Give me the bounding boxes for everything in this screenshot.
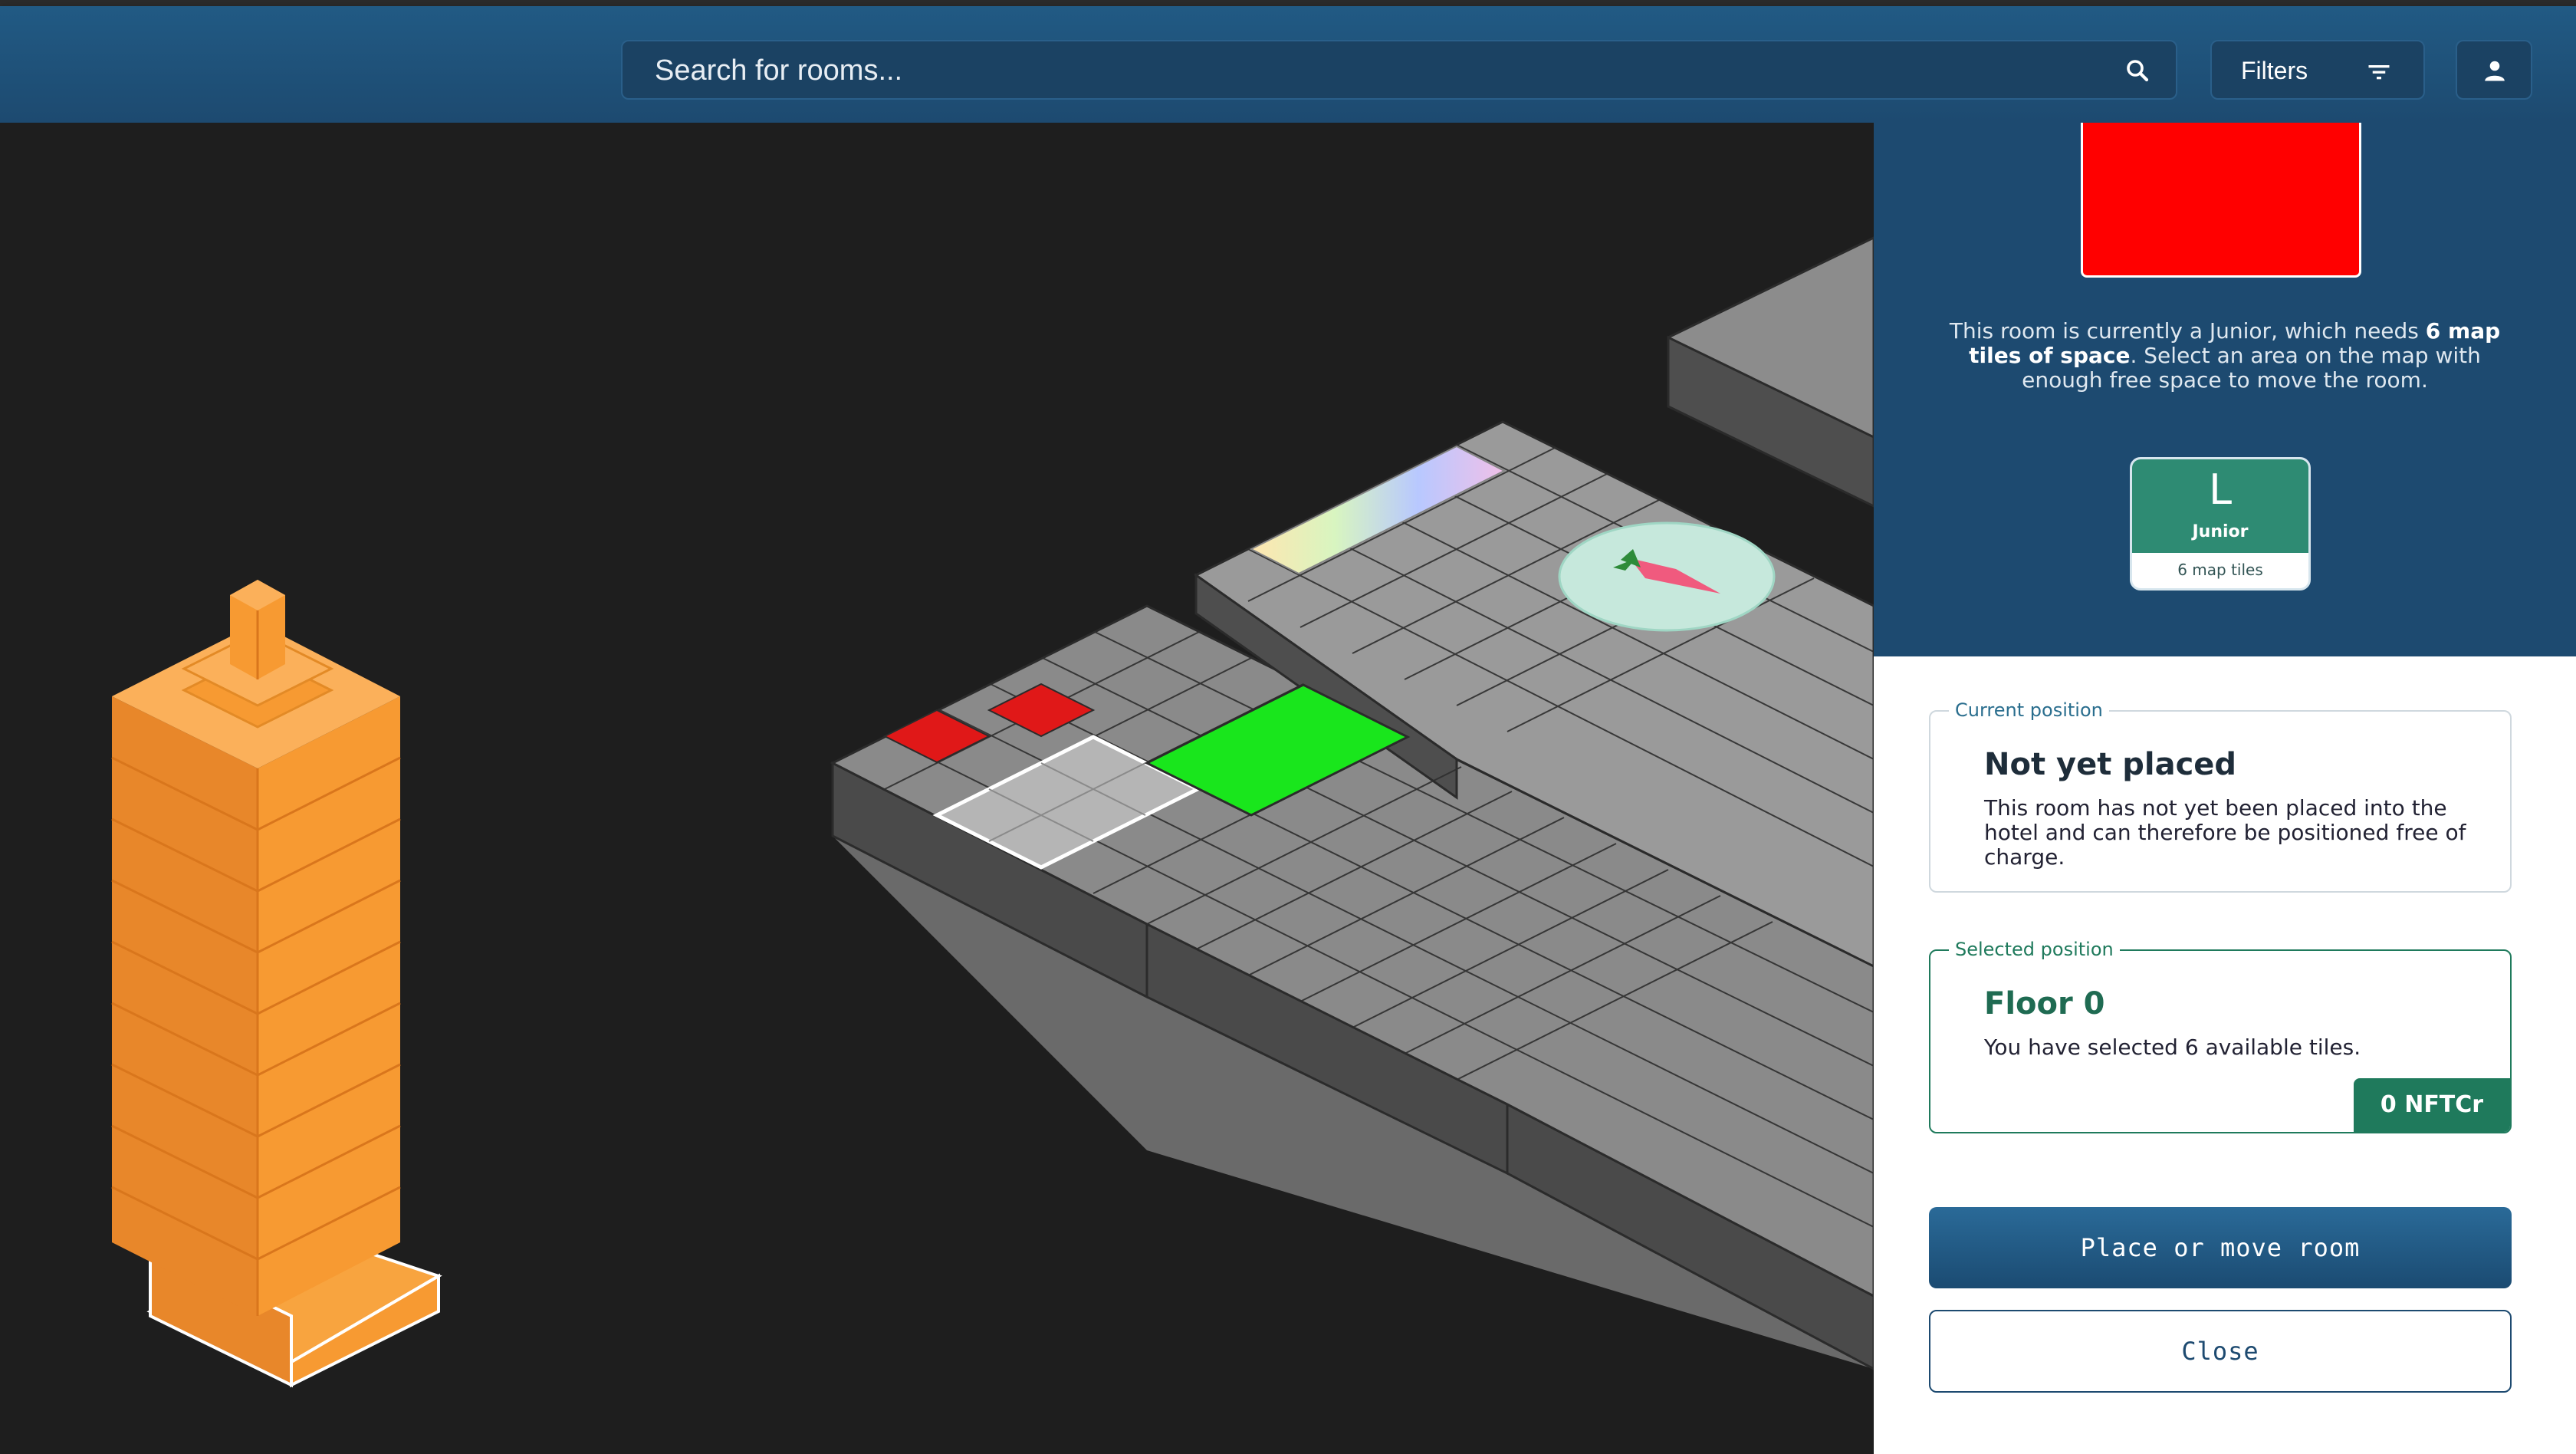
current-position-text: This room has not yet been placed into t… xyxy=(1984,795,2466,870)
search-input[interactable]: Search for rooms... xyxy=(621,40,2177,100)
top-bar: Search for rooms... Filters xyxy=(0,6,2576,123)
place-or-move-room-button[interactable]: Place or move room xyxy=(1929,1207,2512,1288)
room-tiles-count: 6 map tiles xyxy=(2177,561,2263,579)
search-icon[interactable] xyxy=(2124,57,2151,84)
room-size-card[interactable]: L Junior 6 map tiles xyxy=(2130,457,2311,590)
search-placeholder: Search for rooms... xyxy=(655,54,903,87)
filter-icon xyxy=(2368,65,2390,80)
room-placement-panel: This room is currently a Junior, which n… xyxy=(1874,123,2576,1454)
room-description: This room is currently a Junior, which n… xyxy=(1927,319,2522,393)
selected-position-text: You have selected 6 available tiles. xyxy=(1984,1035,2361,1060)
room-size-card-header: L Junior xyxy=(2132,459,2308,553)
hotel-tower-icon[interactable] xyxy=(111,580,442,1388)
filters-label: Filters xyxy=(2241,57,2308,84)
room-size-letter: L xyxy=(2208,465,2233,514)
current-position-title: Not yet placed xyxy=(1984,747,2237,782)
carrot-room-marker[interactable] xyxy=(1558,521,1776,632)
close-button[interactable]: Close xyxy=(1929,1310,2512,1393)
window-top-edge xyxy=(0,0,2576,6)
selected-position-box: Selected position Floor 0 You have selec… xyxy=(1929,939,2512,1133)
current-position-box: Current position Not yet placed This roo… xyxy=(1929,699,2512,893)
filters-button[interactable]: Filters xyxy=(2210,40,2425,100)
room-size-name: Junior xyxy=(2192,522,2249,541)
panel-header: This room is currently a Junior, which n… xyxy=(1874,123,2576,656)
selected-position-title: Floor 0 xyxy=(1984,986,2105,1021)
account-icon xyxy=(2485,61,2505,81)
account-button[interactable] xyxy=(2456,40,2532,100)
description-text: This room is currently a Junior, which n… xyxy=(1949,318,2426,344)
current-position-legend: Current position xyxy=(1949,699,2109,721)
selected-position-legend: Selected position xyxy=(1949,939,2120,960)
room-color-preview xyxy=(2081,123,2361,278)
hotel-map-viewport[interactable] xyxy=(0,123,1874,1454)
price-badge: 0 NFTCr xyxy=(2354,1078,2510,1132)
